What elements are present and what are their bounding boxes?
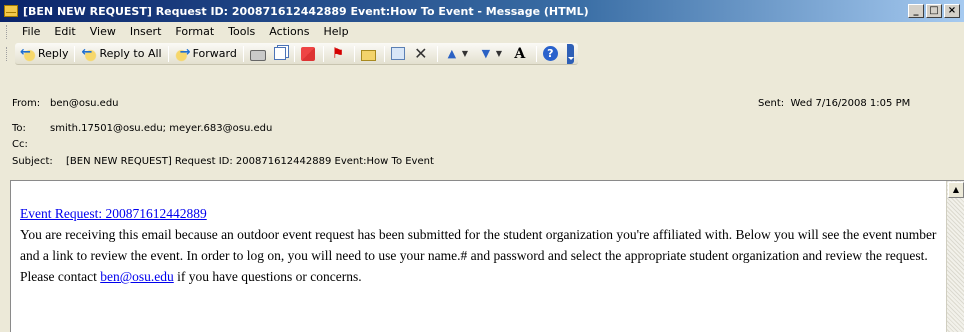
follow-up-button[interactable]: ⚑: [327, 44, 351, 64]
help-icon: ?: [542, 46, 558, 61]
print-button[interactable]: [247, 44, 271, 64]
printer-icon: [249, 49, 266, 61]
toolbar-separator: [322, 45, 324, 62]
menu-file[interactable]: File: [15, 23, 47, 41]
menu-actions[interactable]: Actions: [262, 23, 316, 41]
to-row: To: smith.17501@osu.edu; meyer.683@osu.e…: [12, 123, 272, 134]
forward-icon: [174, 45, 191, 62]
menu-tools[interactable]: Tools: [221, 23, 262, 41]
previous-item-button[interactable]: ▲ ▼: [441, 44, 475, 64]
reply-all-label: Reply to All: [99, 47, 162, 60]
event-request-link[interactable]: Event Request: 200871612442889: [20, 206, 207, 221]
toolbar-separator: [242, 45, 244, 62]
from-label: From:: [12, 98, 41, 109]
to-value[interactable]: smith.17501@osu.edu; meyer.683@osu.edu: [50, 123, 272, 134]
menu-bar: File Edit View Insert Format Tools Actio…: [0, 22, 964, 42]
maximize-button[interactable]: □: [926, 4, 942, 18]
body-text-end: if you have questions or concerns.: [173, 269, 362, 284]
junk-button[interactable]: [298, 44, 320, 64]
move-to-folder-button[interactable]: [388, 44, 410, 64]
toolbar-separator: [293, 45, 295, 62]
next-item-button[interactable]: ▼ ▼: [475, 44, 509, 64]
toolbar-separator: [383, 45, 385, 62]
menu-insert[interactable]: Insert: [123, 23, 169, 41]
chevron-down-icon: ▼: [495, 48, 503, 58]
title-bar: [BEN NEW REQUEST] Request ID: 2008716124…: [0, 0, 964, 22]
font-size-button[interactable]: A: [509, 44, 533, 64]
reply-all-button[interactable]: Reply to All: [78, 44, 164, 64]
delete-button[interactable]: ✕: [410, 44, 434, 64]
toolbar-grip[interactable]: [6, 47, 9, 61]
subject-label: Subject:: [12, 156, 53, 167]
toolbar-separator: [167, 45, 169, 62]
window-title: [BEN NEW REQUEST] Request ID: 2008716124…: [23, 4, 589, 18]
copy-button[interactable]: [271, 44, 291, 64]
help-button[interactable]: ?: [540, 44, 563, 64]
message-content: Event Request: 200871612442889 You are r…: [20, 203, 940, 287]
toolbar-buttons: Reply Reply to All Forward ⚑ ✕ ▲ ▼ ▼: [15, 43, 578, 65]
sent-row: Sent: Wed 7/16/2008 1:05 PM: [758, 98, 910, 109]
sent-label: Sent:: [758, 98, 785, 109]
menu-format[interactable]: Format: [168, 23, 221, 41]
flag-icon: ⚑: [331, 45, 345, 62]
message-header: From: ben@osu.edu To: smith.17501@osu.ed…: [0, 88, 964, 174]
next-arrow-icon: ▼: [481, 46, 491, 60]
standard-toolbar: Reply Reply to All Forward ⚑ ✕ ▲ ▼ ▼: [0, 42, 964, 66]
sent-value: Wed 7/16/2008 1:05 PM: [790, 98, 911, 109]
toolbar-separator: [535, 45, 537, 62]
toolbar-separator: [74, 45, 76, 62]
contact-email-link[interactable]: ben@osu.edu: [100, 269, 174, 284]
window-controls: _ □ ×: [908, 4, 960, 18]
menu-edit[interactable]: Edit: [47, 23, 82, 41]
subject-row: Subject: [BEN NEW REQUEST] Request ID: 2…: [12, 156, 434, 167]
forward-button[interactable]: Forward: [172, 44, 240, 64]
previous-arrow-icon: ▲: [447, 46, 457, 60]
to-label: To:: [12, 123, 26, 134]
menu-view[interactable]: View: [83, 23, 123, 41]
move-to-folder-icon: [390, 47, 405, 60]
menu-grip[interactable]: [6, 25, 9, 39]
toolbar-separator: [353, 45, 355, 62]
forward-label: Forward: [192, 47, 237, 60]
from-value[interactable]: ben@osu.edu: [50, 98, 119, 109]
mark-unread-button[interactable]: [358, 44, 381, 64]
copy-icon: [273, 47, 286, 60]
message-body[interactable]: Event Request: 200871612442889 You are r…: [10, 180, 964, 332]
vertical-scrollbar[interactable]: ▲: [946, 181, 964, 332]
subject-value: [BEN NEW REQUEST] Request ID: 2008716124…: [66, 156, 434, 167]
envelope-icon: [360, 49, 376, 61]
close-button[interactable]: ×: [944, 4, 960, 18]
junk-mail-icon: [300, 46, 315, 61]
minimize-button[interactable]: _: [908, 4, 924, 18]
from-row: From: ben@osu.edu: [12, 98, 119, 109]
font-size-icon: A: [514, 45, 526, 62]
reply-button[interactable]: Reply: [17, 44, 71, 64]
reply-label: Reply: [38, 47, 69, 60]
toolbar-separator: [436, 45, 438, 62]
message-icon: [4, 5, 18, 17]
cc-label: Cc:: [12, 139, 28, 150]
cc-row: Cc:: [12, 139, 50, 150]
delete-icon: ✕: [414, 43, 428, 63]
menu-help[interactable]: Help: [316, 23, 355, 41]
reply-icon: [20, 45, 36, 62]
reply-all-icon: [81, 45, 98, 62]
toolbar-options-button[interactable]: [566, 43, 574, 64]
scroll-up-button[interactable]: ▲: [948, 182, 964, 198]
chevron-down-icon: ▼: [461, 48, 469, 58]
